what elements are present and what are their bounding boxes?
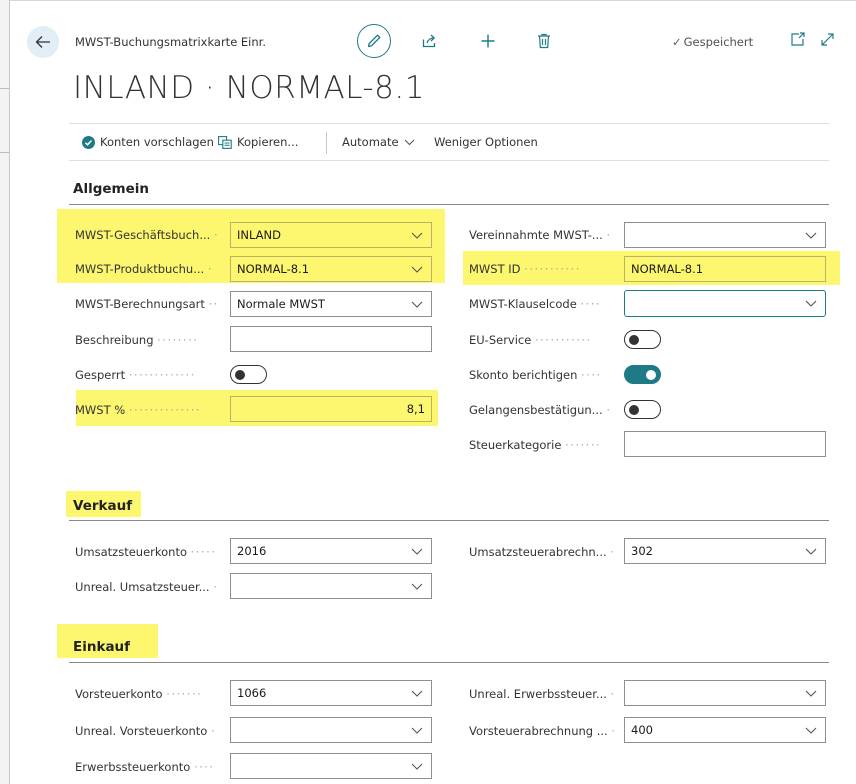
toggle-knob (235, 369, 245, 380)
collected-vat-select[interactable] (624, 222, 826, 248)
vat-id-input[interactable]: NORMAL-8.1 (624, 256, 826, 282)
suggest-accounts-button[interactable]: Konten vorschlagen (82, 135, 214, 149)
section-title-sales: Verkauf (73, 498, 133, 514)
action-bar: Konten vorschlagen Kopieren... Automate … (69, 123, 829, 161)
open-in-new-window-icon (791, 32, 805, 46)
section-divider (69, 204, 829, 205)
unreal-reverse-charge-select[interactable] (624, 680, 826, 706)
saved-status: ✓ Gespeichert (672, 35, 754, 49)
chevron-down-icon (411, 548, 423, 555)
field-label: MWST-Produktbuchu... · (75, 262, 213, 276)
expand-icon (821, 33, 834, 46)
trash-icon (538, 33, 550, 49)
vat-percent-input[interactable]: 8,1 (230, 396, 432, 422)
adjust-discount-toggle[interactable] (624, 365, 661, 384)
fewer-options-button[interactable]: Weniger Optionen (434, 135, 538, 149)
field-label: Steuerkategorie ······· (469, 438, 602, 452)
copy-icon (218, 135, 232, 149)
field-label: MWST-Geschäftsbuch... · (75, 228, 220, 242)
blocked-toggle[interactable] (230, 365, 267, 384)
chevron-down-icon (805, 300, 817, 307)
clause-code-select[interactable] (624, 290, 826, 317)
field-label: Umsatzsteuerabrechn... · (469, 545, 616, 559)
unreal-purchase-vat-select[interactable] (230, 717, 432, 743)
field-label: EU-Service ··········· (469, 333, 592, 347)
field-label: Beschreibung ········ (75, 333, 199, 347)
section-title-purchase: Einkauf (73, 639, 131, 655)
action-separator (326, 132, 327, 154)
breadcrumb: MWST-Buchungsmatrixkarte Einr. (75, 35, 266, 49)
sales-vat-account-select[interactable]: 2016 (230, 538, 432, 564)
purchase-vat-settlement-select[interactable]: 400 (624, 717, 826, 743)
chevron-down-icon (411, 583, 423, 590)
window-top-edge (10, 0, 856, 6)
toggle-knob (629, 334, 639, 345)
purchase-vat-account-select[interactable]: 1066 (230, 680, 432, 706)
share-button[interactable] (419, 30, 439, 52)
description-input[interactable] (230, 326, 432, 352)
certificate-toggle[interactable] (624, 400, 661, 419)
section-divider (69, 520, 829, 521)
field-label: Skonto berichtigen ···· (469, 368, 602, 382)
chevron-down-icon (411, 763, 423, 770)
field-label: Umsatzsteuerkonto ····· (75, 545, 217, 559)
chevron-down-icon (404, 139, 414, 145)
chevron-down-icon (805, 690, 817, 697)
section-divider (69, 662, 829, 663)
calc-type-select[interactable]: Normale MWST (230, 291, 432, 317)
plus-icon (481, 34, 495, 48)
eu-service-toggle[interactable] (624, 330, 661, 349)
reverse-charge-account-select[interactable] (230, 753, 432, 779)
window-left-edge (0, 0, 10, 784)
section-title-general: Allgemein (73, 181, 149, 197)
back-button[interactable] (27, 26, 59, 58)
prod-posting-group-select[interactable]: NORMAL-8.1 (230, 256, 432, 282)
chevron-down-icon (805, 548, 817, 555)
field-label: MWST-Berechnungsart ·· (75, 297, 219, 311)
field-label: Vereinnahmte MWST-... · (469, 228, 612, 242)
delete-button[interactable] (534, 30, 554, 52)
unreal-sales-vat-select[interactable] (230, 573, 432, 599)
field-label: MWST-Klauselcode ···· (469, 297, 602, 311)
field-label: Erwerbssteuerkonto ···· (75, 760, 215, 774)
field-label: Unreal. Vorsteuerkonto · (75, 724, 217, 738)
copy-button[interactable]: Kopieren... (218, 135, 298, 149)
chevron-down-icon (411, 301, 423, 308)
edit-button[interactable] (357, 24, 391, 58)
chevron-down-icon (805, 727, 817, 734)
chevron-down-icon (411, 727, 423, 734)
check-icon: ✓ (672, 35, 682, 49)
open-new-window-button[interactable] (790, 32, 806, 48)
share-icon (422, 34, 436, 48)
sales-vat-settlement-select[interactable]: 302 (624, 538, 826, 564)
field-label: Unreal. Umsatzsteuer... · (75, 580, 219, 594)
chevron-down-icon (411, 690, 423, 697)
automate-menu[interactable]: Automate (342, 135, 415, 149)
field-label: Vorsteuerkonto ······· (75, 687, 203, 701)
page-title: INLAND · NORMAL-8.1 (73, 70, 425, 106)
toggle-knob (646, 369, 656, 380)
chevron-down-icon (805, 232, 817, 239)
field-label: Gelangensbestätigun... · (469, 403, 612, 417)
chevron-down-icon (411, 266, 423, 273)
field-label: MWST ID ··········· (469, 262, 581, 276)
chevron-down-icon (411, 232, 423, 239)
field-label: MWST % ·············· (75, 403, 202, 417)
check-circle-icon (82, 135, 95, 149)
toggle-knob (629, 404, 639, 415)
field-label: Unreal. Erwerbssteuer... · (469, 687, 616, 701)
new-button[interactable] (478, 30, 498, 52)
tax-category-input[interactable] (624, 431, 826, 457)
field-label: Vorsteuerabrechnung ... · (469, 724, 617, 738)
bus-posting-group-select[interactable]: INLAND (230, 222, 432, 248)
field-label: Gesperrt ············· (75, 368, 196, 382)
pencil-icon (367, 34, 381, 48)
expand-button[interactable] (820, 32, 836, 48)
arrow-left-icon (35, 36, 50, 48)
